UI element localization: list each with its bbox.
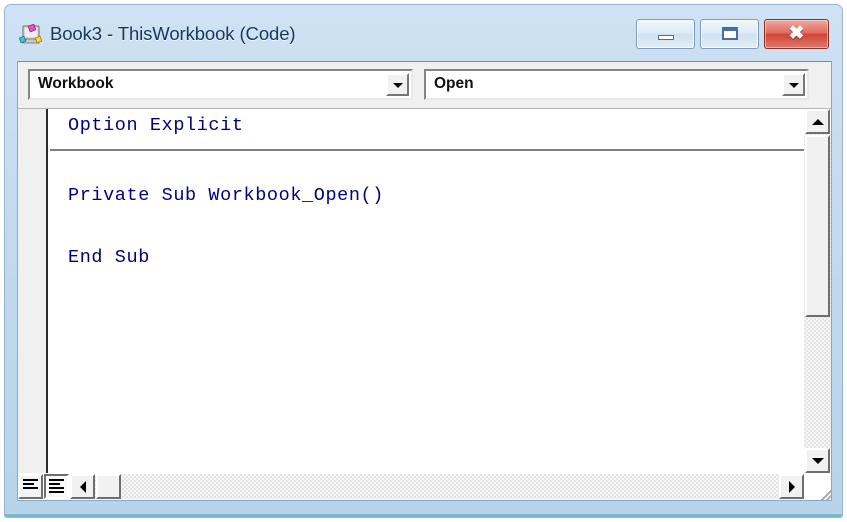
maximize-icon: [721, 27, 738, 40]
horizontal-scrollbar-thumb[interactable]: [96, 474, 121, 499]
vertical-scrollbar[interactable]: [804, 109, 831, 473]
procedure-separator: [50, 149, 804, 151]
full-module-view-button[interactable]: [44, 474, 69, 499]
code-pane-dropdown-bar: Workbook Open: [18, 62, 831, 109]
object-dropdown[interactable]: Workbook: [28, 69, 413, 100]
triangle-right-icon: [788, 480, 795, 493]
scroll-up-button[interactable]: [805, 109, 830, 134]
code-line-3: Private Sub Workbook_Open(): [68, 185, 384, 206]
code-line-5: End Sub: [68, 247, 150, 268]
vba-code-window-icon: [18, 23, 43, 46]
code-pane-bottom-bar: [18, 473, 831, 500]
resize-grip[interactable]: [804, 473, 831, 500]
title-bar[interactable]: Book3 - ThisWorkbook (Code) ✖: [5, 5, 842, 61]
procedure-view-icon: [23, 479, 38, 494]
scroll-right-button[interactable]: [779, 474, 804, 499]
scroll-left-button[interactable]: [70, 474, 95, 499]
close-icon: ✖: [788, 23, 805, 44]
scroll-down-button[interactable]: [805, 448, 830, 473]
procedure-view-button[interactable]: [18, 474, 43, 499]
triangle-left-icon: [79, 480, 86, 493]
vba-code-window: Book3 - ThisWorkbook (Code) ✖ Workbook O…: [4, 4, 843, 518]
window-title: Book3 - ThisWorkbook (Code): [50, 23, 296, 44]
code-pane: Option Explicit Private Sub Workbook_Ope…: [18, 109, 831, 500]
horizontal-scrollbar[interactable]: [70, 474, 804, 499]
code-line-1: Option Explicit: [68, 115, 244, 136]
chevron-down-icon[interactable]: [782, 73, 805, 96]
triangle-down-icon: [811, 457, 824, 464]
window-frame-bottom-edge: [5, 514, 842, 517]
maximize-button[interactable]: [700, 19, 759, 49]
vertical-scrollbar-thumb[interactable]: [805, 135, 830, 317]
chevron-down-icon[interactable]: [386, 73, 409, 96]
procedure-dropdown[interactable]: Open: [424, 69, 809, 100]
object-dropdown-value: Workbook: [38, 75, 114, 92]
full-module-view-icon: [49, 479, 64, 494]
triangle-up-icon: [811, 118, 824, 125]
close-button[interactable]: ✖: [764, 19, 829, 49]
margin-indicator-bar[interactable]: [18, 109, 48, 500]
minimize-icon: [657, 35, 674, 40]
minimize-button[interactable]: [636, 19, 695, 49]
code-window-client: Workbook Open Option Explicit Private Su…: [17, 61, 832, 501]
procedure-dropdown-value: Open: [434, 75, 474, 92]
code-editor[interactable]: Option Explicit Private Sub Workbook_Ope…: [50, 109, 804, 473]
